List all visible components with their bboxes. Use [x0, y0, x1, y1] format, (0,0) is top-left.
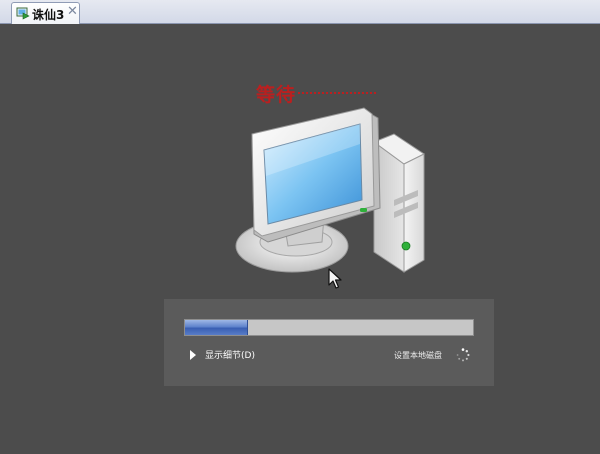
tab-title: 诛仙3: [32, 8, 65, 22]
computer-icon: [235, 107, 425, 273]
loading-spinner-icon: [456, 348, 470, 362]
progress-panel: 显示细节(D) 设置本地磁盘: [164, 299, 494, 386]
wait-label: 等待: [256, 84, 297, 106]
progress-bar: [184, 319, 474, 336]
close-icon[interactable]: ✕: [67, 4, 78, 19]
wait-dots: [298, 92, 376, 94]
expand-triangle-icon: [190, 349, 196, 360]
vm-icon: [16, 7, 30, 20]
tab-vm[interactable]: 诛仙3 ✕: [11, 2, 80, 24]
tab-bar: 诛仙3 ✕: [0, 0, 600, 24]
mouse-cursor-icon: [328, 268, 342, 289]
show-details-label: 显示细节(D): [205, 351, 255, 361]
progress-fill: [185, 320, 249, 335]
status-text: 设置本地磁盘: [394, 351, 442, 360]
show-details-toggle[interactable]: 显示细节(D): [190, 348, 255, 361]
